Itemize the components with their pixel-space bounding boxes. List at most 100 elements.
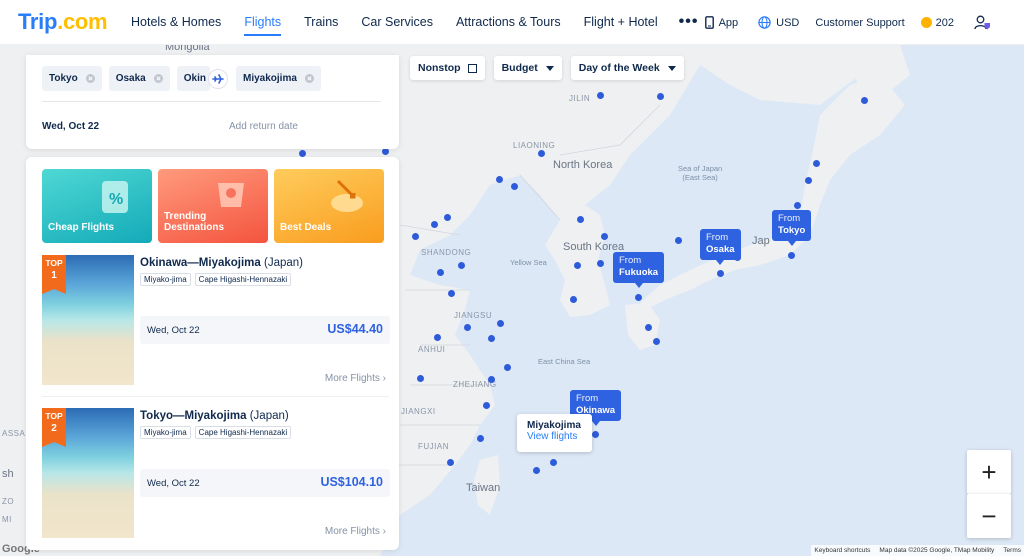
- map-dot[interactable]: [576, 215, 584, 223]
- map-attribution: Keyboard shortcuts Map data ©2025 Google…: [811, 545, 1024, 556]
- map-dot[interactable]: [496, 319, 504, 327]
- map-dot[interactable]: [596, 91, 604, 99]
- map-dot[interactable]: [804, 176, 812, 184]
- remove-icon[interactable]: [153, 74, 163, 83]
- map-dot[interactable]: [634, 293, 642, 301]
- map-dot[interactable]: [510, 182, 518, 190]
- chip-osaka[interactable]: Osaka: [108, 66, 170, 91]
- departure-date[interactable]: Wed, Oct 22: [42, 121, 99, 132]
- nav-car-services[interactable]: Car Services: [361, 0, 433, 45]
- map-label-sh: sh: [2, 468, 14, 480]
- map-dot[interactable]: [487, 334, 495, 342]
- map-dot[interactable]: [793, 201, 801, 209]
- keyboard-shortcuts-link[interactable]: Keyboard shortcuts: [814, 547, 870, 554]
- view-flights-link[interactable]: View flights: [527, 431, 582, 442]
- day-of-week-dropdown[interactable]: Day of the Week: [570, 56, 684, 80]
- currency-selector[interactable]: USD: [758, 16, 799, 29]
- map-dot[interactable]: [532, 466, 540, 474]
- map-dot[interactable]: [503, 363, 511, 371]
- chip-okinawa[interactable]: Okin: [176, 66, 210, 91]
- nav-trains[interactable]: Trains: [304, 0, 338, 45]
- more-flights-link[interactable]: More Flights ›: [325, 526, 386, 537]
- map-dot[interactable]: [476, 434, 484, 442]
- map-dot[interactable]: [430, 220, 438, 228]
- map-dot[interactable]: [416, 374, 424, 382]
- cheap-flights-tab[interactable]: % Cheap Flights: [42, 169, 152, 243]
- map-dot[interactable]: [644, 323, 652, 331]
- chip-tokyo[interactable]: Tokyo: [42, 66, 102, 91]
- terms-link[interactable]: Terms: [1003, 547, 1021, 554]
- nonstop-filter[interactable]: Nonstop: [410, 56, 485, 80]
- map-dot[interactable]: [591, 430, 599, 438]
- rank-badge: TOP 1: [42, 255, 66, 294]
- from-pin-osaka[interactable]: From Osaka: [700, 229, 741, 265]
- chip-miyakojima[interactable]: Miyakojima: [235, 66, 321, 91]
- map-dot[interactable]: [537, 149, 545, 157]
- coin-icon: [920, 17, 932, 28]
- remove-icon[interactable]: [304, 74, 314, 83]
- nav-flight-hotel[interactable]: Flight + Hotel: [584, 0, 658, 45]
- map-dot[interactable]: [298, 149, 306, 157]
- price-row[interactable]: Wed, Oct 22 US$104.10: [140, 469, 390, 497]
- user-account[interactable]: [974, 15, 996, 30]
- map-dot[interactable]: [812, 159, 820, 167]
- map-dot[interactable]: [443, 213, 451, 221]
- map-dot[interactable]: [596, 259, 604, 267]
- from-pin-tokyo[interactable]: From Tokyo: [772, 210, 812, 246]
- map-label-east-china-sea: East China Sea: [538, 357, 591, 366]
- route-tags: Miyako-jima Cape Higashi-Hennazaki: [140, 273, 295, 286]
- best-deals-tab[interactable]: Best Deals: [274, 169, 384, 243]
- map-dot[interactable]: [447, 289, 455, 297]
- map-dot[interactable]: [716, 269, 724, 277]
- coins-balance[interactable]: 202: [920, 17, 954, 29]
- price-row[interactable]: Wed, Oct 22 US$44.40: [140, 316, 390, 344]
- map-dot[interactable]: [495, 175, 503, 183]
- deal-card-1[interactable]: TOP 1 Okinawa—Miyakojima (Japan) Miyako-j…: [42, 255, 390, 385]
- map-label-jiangsu: JIANGSU: [454, 311, 493, 320]
- map-dot[interactable]: [600, 232, 608, 240]
- map-dot[interactable]: [482, 401, 490, 409]
- trip-logo[interactable]: Trip.com: [18, 9, 118, 35]
- chevron-right-icon: ›: [382, 373, 386, 384]
- app-download-link[interactable]: App: [704, 16, 739, 29]
- map-label-zo: ZO: [2, 497, 15, 506]
- map-dot[interactable]: [573, 261, 581, 269]
- budget-dropdown[interactable]: Budget: [493, 56, 562, 80]
- nav-hotels-homes[interactable]: Hotels & Homes: [131, 0, 221, 45]
- divider: [42, 101, 381, 102]
- map-dot[interactable]: [411, 232, 419, 240]
- more-flights-link[interactable]: More Flights ›: [325, 373, 386, 384]
- map-dot[interactable]: [656, 92, 664, 100]
- map-dot[interactable]: [463, 323, 471, 331]
- nav-flights[interactable]: Flights: [244, 0, 281, 45]
- map-dot[interactable]: [860, 96, 868, 104]
- customer-support-link[interactable]: Customer Support: [815, 17, 904, 29]
- map-label-taiwan: Taiwan: [466, 482, 501, 494]
- map-dot[interactable]: [549, 458, 557, 466]
- map-dot[interactable]: [652, 337, 660, 345]
- flight-date: Wed, Oct 22: [147, 478, 200, 489]
- zoom-out-button[interactable]: −: [967, 494, 1011, 538]
- map-dot[interactable]: [433, 333, 441, 341]
- trending-destinations-tab[interactable]: Trending Destinations: [158, 169, 268, 243]
- nonstop-checkbox[interactable]: [467, 63, 477, 73]
- map-dot[interactable]: [436, 268, 444, 276]
- map-dot[interactable]: [674, 236, 682, 244]
- destination-photo: TOP 2: [42, 408, 134, 538]
- deal-card-2[interactable]: TOP 2 Tokyo—Miyakojima (Japan) Miyako-jim…: [42, 408, 390, 538]
- remove-icon[interactable]: [85, 74, 95, 83]
- from-pin-fukuoka[interactable]: From Fukuoka: [613, 252, 665, 288]
- map-dot[interactable]: [787, 251, 795, 259]
- map-label-shandong: SHANDONG: [421, 248, 472, 257]
- map-dot[interactable]: [487, 375, 495, 383]
- map-dot[interactable]: [457, 261, 465, 269]
- route-tags: Miyako-jima Cape Higashi-Hennazaki: [140, 426, 295, 439]
- map-label-north-korea: North Korea: [553, 159, 613, 171]
- map-dot[interactable]: [446, 458, 454, 466]
- chevron-right-icon: ›: [382, 526, 386, 537]
- zoom-in-button[interactable]: +: [967, 450, 1011, 494]
- add-return-date-button[interactable]: Add return date: [229, 121, 298, 132]
- app-label: App: [718, 16, 739, 29]
- map-dot[interactable]: [569, 295, 577, 303]
- nav-attractions-tours[interactable]: Attractions & Tours: [456, 0, 561, 45]
